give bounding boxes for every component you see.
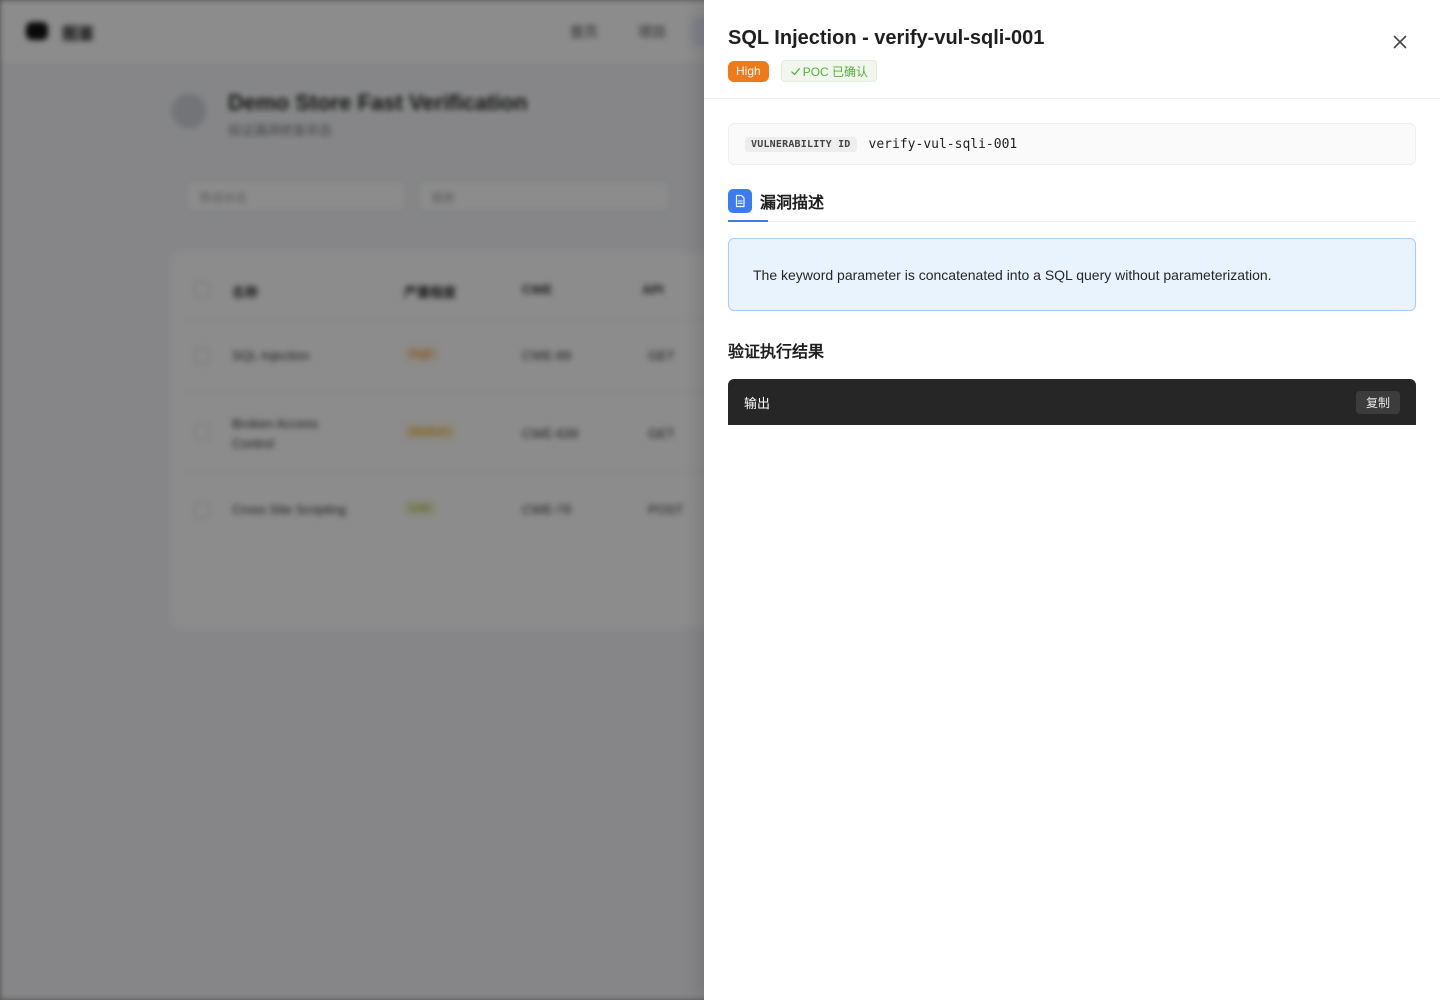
poc-status-badge: POC 已确认 [780,60,878,82]
tab-description-label: 漏洞描述 [760,195,825,212]
close-icon [1393,35,1407,49]
vulnerability-id-box: VULNERABILITY ID verify-vul-sqli-001 [728,123,1416,165]
close-button[interactable] [1390,32,1410,52]
result-heading: 验证执行结果 [728,344,825,361]
tab-description[interactable]: 漏洞描述 [728,189,825,222]
output-label: 输出 [744,395,771,411]
drawer-header: SQL Injection - verify-vul-sqli-001 High… [704,0,1440,99]
description-text: The keyword parameter is concatenated in… [753,266,1272,283]
document-icon [728,189,752,213]
poc-status-label: POC 已确认 [802,64,869,79]
drawer-title: SQL Injection - verify-vul-sqli-001 [728,27,1045,49]
copy-button[interactable]: 复制 [1355,390,1400,414]
vulnerability-id-label: VULNERABILITY ID [745,136,857,152]
description-box: The keyword parameter is concatenated in… [728,238,1416,311]
vulnerability-detail-drawer: SQL Injection - verify-vul-sqli-001 High… [704,0,1440,1000]
vulnerability-id-value: verify-vul-sqli-001 [868,136,1018,152]
drawer-body: VULNERABILITY ID verify-vul-sqli-001 漏洞描… [704,99,1440,425]
output-header-bar: 输出 复制 [728,379,1416,425]
badge-row: High POC 已确认 [728,60,1416,82]
description-tab-bar: 漏洞描述 [728,189,1416,222]
check-icon [790,67,800,75]
severity-badge: High [728,60,769,82]
